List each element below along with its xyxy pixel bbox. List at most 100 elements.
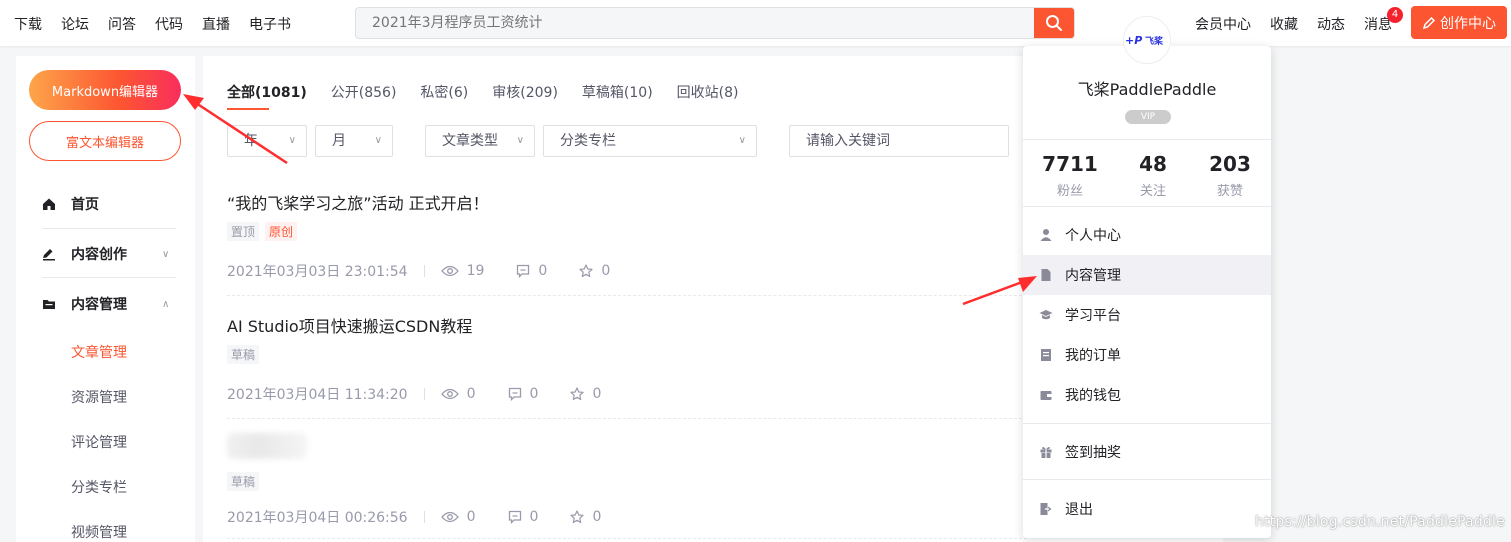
stat-label: 获赞 [1216,184,1243,199]
comment-count: 0 [508,509,538,525]
chevron-down-icon: ∨ [516,135,524,146]
keyword-input[interactable]: 请输入关键词 [789,125,1009,157]
chevron-down-icon: ∨ [288,135,296,146]
month-select[interactable]: 月 ∨ [315,125,393,157]
meta-divider [423,265,425,277]
sidebar-subitem-articles[interactable]: 文章管理 [71,342,127,362]
year-select-value: 年 [244,133,258,149]
view-count-value: 0 [466,509,476,525]
comment-icon [508,387,521,401]
user-dropdown-panel: 飞桨PaddlePaddle VIP 7711 粉丝 48 关注 203 获赞 … [1023,46,1271,538]
nav-download[interactable]: 下载 [14,14,42,34]
nav-forum[interactable]: 论坛 [61,14,89,34]
nav-ebook[interactable]: 电子书 [249,14,291,34]
search-button[interactable] [1034,8,1074,38]
tab-recycle[interactable]: 回收站(8) [677,82,739,102]
star-icon [570,387,585,401]
like-count: 0 [570,386,601,402]
sidebar-subitem-comments[interactable]: 评论管理 [71,432,127,452]
tag-original: 原创 [265,222,298,241]
nav-activity[interactable]: 动态 [1317,14,1345,34]
richtext-editor-button[interactable]: 富文本编辑器 [29,121,181,161]
menu-content-manage[interactable]: 内容管理 [1023,255,1271,295]
tab-review[interactable]: 审核(209) [492,82,558,102]
list-item: AI Studio项目快速搬运CSDN教程 草稿 2021年03月04日 11:… [227,313,1027,403]
vip-label: VIP [1140,112,1156,122]
nav-live[interactable]: 直播 [202,14,230,34]
menu-personal-center[interactable]: 个人中心 [1023,215,1271,255]
divider [1023,479,1271,480]
tab-public[interactable]: 公开(856) [331,82,397,102]
menu-orders[interactable]: 我的订单 [1023,335,1271,375]
menu-label: 学习平台 [1065,308,1121,324]
menu-learning-platform[interactable]: 学习平台 [1023,295,1271,335]
create-center-button[interactable]: 创作中心 [1411,6,1507,39]
avatar[interactable]: +P 飞桨 [1123,16,1171,64]
blurred-title[interactable] [227,433,307,459]
stat-value: 203 [1209,152,1251,176]
year-select[interactable]: 年 ∨ [227,125,307,157]
comment-icon [517,264,530,278]
divider [1023,139,1271,140]
menu-wallet[interactable]: 我的钱包 [1023,375,1271,415]
view-count: 0 [440,509,476,525]
markdown-editor-button[interactable]: Markdown编辑器 [29,70,181,110]
message-badge: 4 [1387,7,1403,23]
tag-pinned: 置顶 [227,222,260,241]
nav-vip-center[interactable]: 会员中心 [1195,14,1251,34]
stat-likes[interactable]: 203 获赞 [1190,152,1270,199]
menu-label: 我的订单 [1065,348,1121,364]
stat-fans[interactable]: 7711 粉丝 [1030,152,1110,199]
sidebar-item-home[interactable]: 首页 [42,194,99,214]
column-select[interactable]: 分类专栏 ∨ [543,125,757,157]
stat-label: 粉丝 [1056,184,1083,199]
article-title[interactable]: AI Studio项目快速搬运CSDN教程 [227,313,1027,337]
article-title[interactable]: “我的飞桨学习之旅”活动 正式开启！ [227,190,1027,214]
sidebar-item-content-create[interactable]: 内容创作 ∨ [42,244,169,264]
sidebar-subitem-resources[interactable]: 资源管理 [71,387,127,407]
wallet-icon [1039,388,1053,402]
comment-count-value: 0 [538,263,548,279]
search-box [355,7,1075,39]
keyword-placeholder: 请输入关键词 [806,133,890,149]
list-item: 草稿 2021年03月04日 00:26:56 0 0 0 [227,433,1027,526]
article-date: 2021年03月04日 00:26:56 [227,510,408,526]
search-input[interactable] [356,8,1016,38]
article-meta: 2021年03月04日 00:26:56 0 0 0 [227,507,633,527]
menu-logout[interactable]: 退出 [1023,489,1271,529]
month-select-value: 月 [332,133,346,149]
nav-code[interactable]: 代码 [155,14,183,34]
article-meta: 2021年03月04日 11:34:20 0 0 0 [227,384,633,404]
meta-divider [423,511,425,523]
pencil-icon [1422,16,1436,29]
tab-private[interactable]: 私密(6) [420,82,468,102]
nav-favorites[interactable]: 收藏 [1270,14,1298,34]
stat-label: 关注 [1139,184,1166,199]
meta-divider [423,388,425,400]
user-name[interactable]: 飞桨PaddlePaddle [1023,76,1271,100]
user-icon [1039,228,1053,242]
view-count: 19 [440,263,484,279]
tab-drafts[interactable]: 草稿箱(10) [582,82,653,102]
svg-text:+P: +P [1125,34,1142,47]
home-icon [43,198,55,210]
article-tags: 置顶 原创 [227,222,298,241]
sidebar-item-content-manage[interactable]: 内容管理 ∧ [42,294,169,314]
view-count: 0 [440,386,476,402]
order-icon [1039,348,1053,362]
menu-lottery[interactable]: 签到抽奖 [1023,432,1271,472]
tab-all[interactable]: 全部(1081) [227,82,307,110]
article-meta: 2021年03月03日 23:01:54 19 0 0 [227,261,642,281]
sidebar-subitem-columns[interactable]: 分类专栏 [71,477,127,497]
chevron-down-icon: ∨ [738,135,746,146]
article-type-select[interactable]: 文章类型 ∨ [425,125,535,157]
folder-icon [43,300,55,309]
menu-label: 签到抽奖 [1065,445,1121,461]
document-icon [1039,268,1053,282]
nav-qa[interactable]: 问答 [108,14,136,34]
sidebar-subitem-videos[interactable]: 视频管理 [71,522,127,542]
stat-following[interactable]: 48 关注 [1113,152,1193,199]
menu-label: 内容管理 [1065,268,1121,284]
like-count-value: 0 [592,386,602,402]
vip-badge: VIP [1125,110,1171,124]
